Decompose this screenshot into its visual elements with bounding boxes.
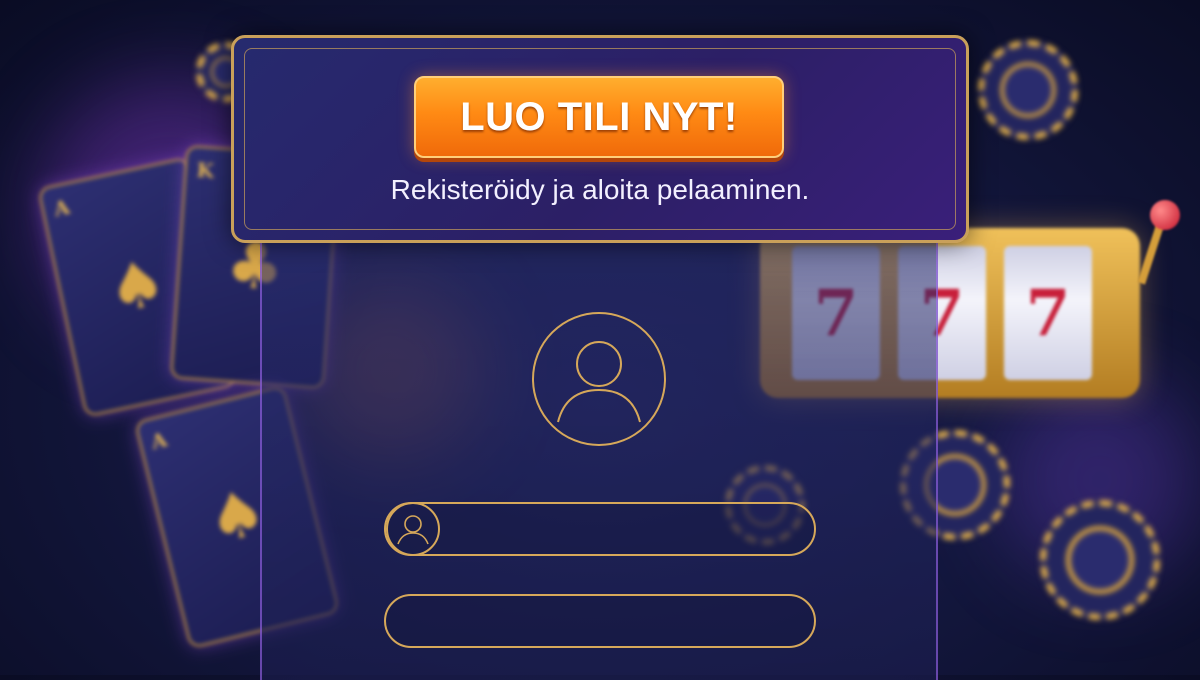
create-account-label: LUO TILI NYT! [460,94,738,139]
card-rank: A [51,194,72,222]
username-input[interactable] [446,514,794,546]
create-account-button[interactable]: LUO TILI NYT! [414,76,784,158]
user-avatar-icon [532,312,666,446]
casino-chip [978,40,1078,140]
username-field[interactable] [384,502,816,556]
password-field[interactable] [384,594,816,648]
card-rank: A [148,427,170,455]
spade-icon: ♠ [101,244,173,330]
casino-chip [1040,500,1160,620]
banner-subtitle: Rekisteröidy ja aloita pelaaminen. [390,174,810,205]
card-rank: K [195,157,215,183]
slot-reel: 7 [1004,246,1092,380]
user-icon [386,502,440,556]
slot-lever-knob [1150,200,1180,230]
password-input[interactable] [410,606,794,638]
